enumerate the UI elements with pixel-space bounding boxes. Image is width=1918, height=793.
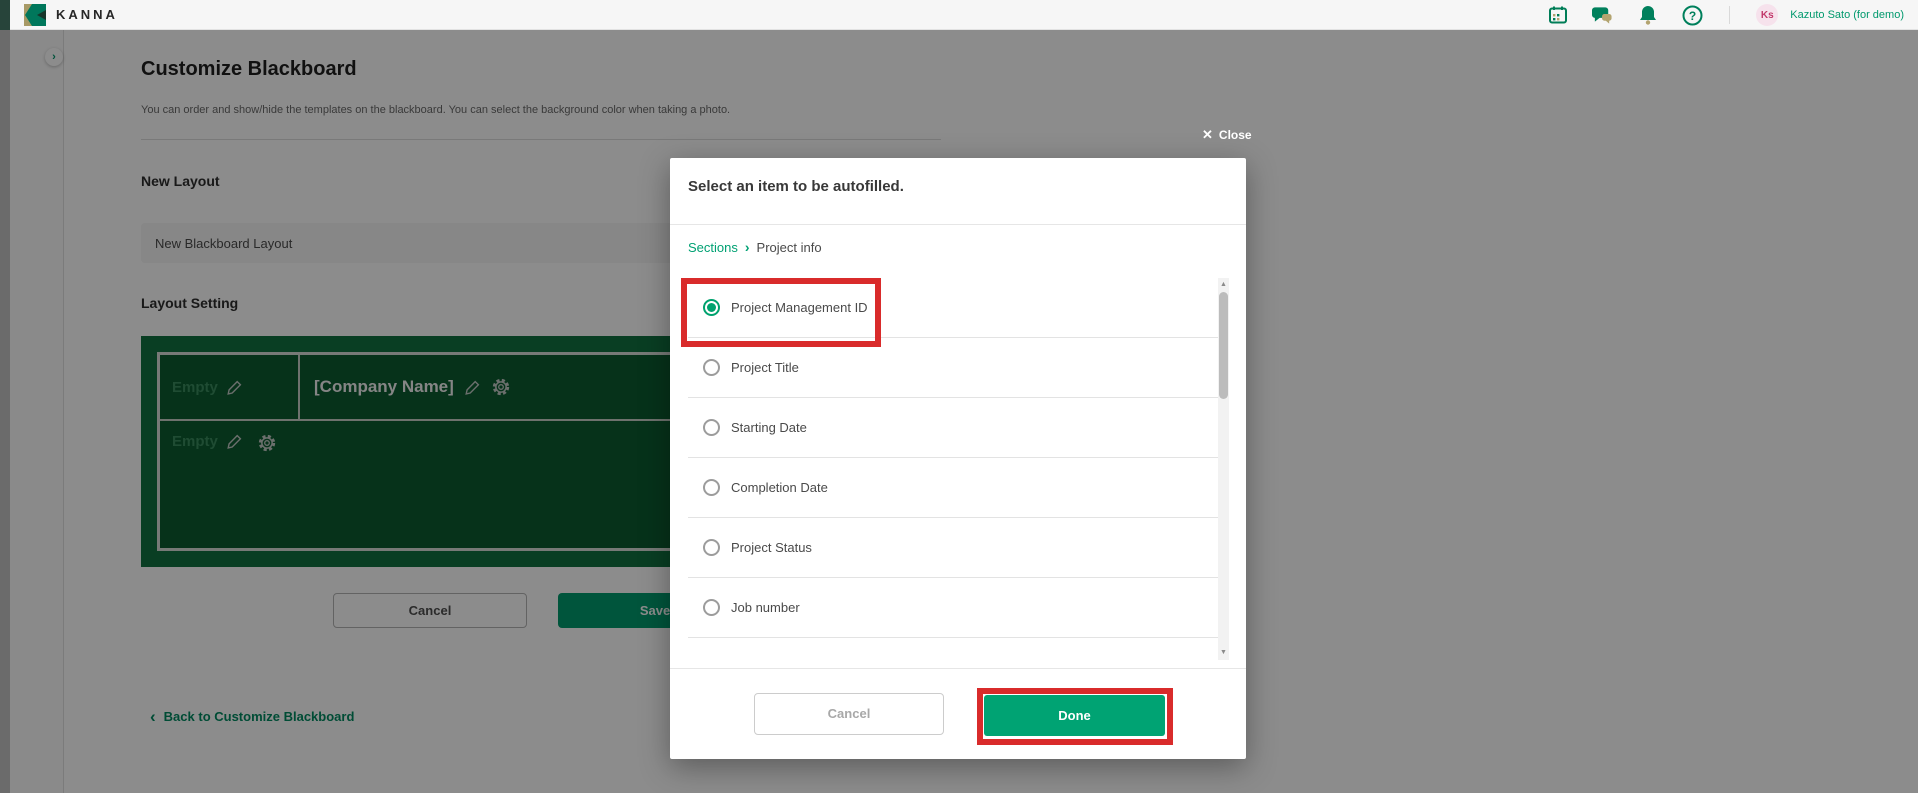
radio-icon[interactable]: [703, 599, 720, 616]
calendar-icon[interactable]: [1547, 5, 1568, 26]
modal-cancel-button[interactable]: Cancel: [754, 693, 944, 735]
modal-title: Select an item to be autofilled.: [688, 178, 904, 195]
list-scrollbar[interactable]: ▲ ▼: [1218, 278, 1229, 660]
breadcrumb: Sections › Project info: [688, 239, 822, 255]
close-icon: ✕: [1202, 127, 1213, 143]
svg-text:?: ?: [1689, 9, 1696, 23]
radio-icon[interactable]: [703, 539, 720, 556]
user-avatar[interactable]: Ks: [1756, 4, 1778, 26]
list-item-completion-date[interactable]: Completion Date: [688, 458, 1218, 518]
radio-icon[interactable]: [703, 479, 720, 496]
annotation-box-done-button: [977, 688, 1173, 745]
scroll-up-icon[interactable]: ▲: [1218, 280, 1229, 290]
user-name[interactable]: Kazuto Sato (for demo): [1790, 9, 1904, 21]
kanna-logo-icon[interactable]: [24, 4, 46, 26]
notifications-bell-icon[interactable]: [1637, 5, 1658, 26]
radio-icon[interactable]: [703, 419, 720, 436]
list-item-starting-date[interactable]: Starting Date: [688, 398, 1218, 458]
window-edge-strip-top: [0, 0, 10, 30]
list-item-project-status[interactable]: Project Status: [688, 518, 1218, 578]
modal-header-divider: [670, 224, 1246, 225]
scrollbar-thumb[interactable]: [1219, 292, 1228, 399]
close-label: Close: [1219, 128, 1252, 142]
list-item-project-title[interactable]: Project Title: [688, 338, 1218, 398]
scroll-down-icon[interactable]: ▼: [1218, 648, 1229, 658]
radio-icon[interactable]: [703, 359, 720, 376]
breadcrumb-current: Project info: [757, 240, 822, 255]
header-actions: ? Ks Kazuto Sato (for demo): [1547, 0, 1904, 30]
list-item-job-number[interactable]: Job number: [688, 578, 1218, 638]
chat-icon[interactable]: [1592, 5, 1613, 26]
top-header: KANNA: [10, 0, 1918, 30]
brand-name: KANNA: [56, 0, 118, 30]
app-screen: KANNA: [0, 0, 1918, 793]
modal-footer-divider: [670, 668, 1246, 669]
header-divider: [1729, 6, 1730, 24]
chevron-right-icon: ›: [745, 239, 750, 255]
annotation-box-selected-item: [681, 278, 881, 347]
modal-close-button[interactable]: ✕ Close: [1202, 127, 1252, 143]
help-icon[interactable]: ?: [1682, 5, 1703, 26]
breadcrumb-sections-link[interactable]: Sections: [688, 240, 738, 255]
autofill-modal: Select an item to be autofilled. Section…: [670, 158, 1246, 759]
